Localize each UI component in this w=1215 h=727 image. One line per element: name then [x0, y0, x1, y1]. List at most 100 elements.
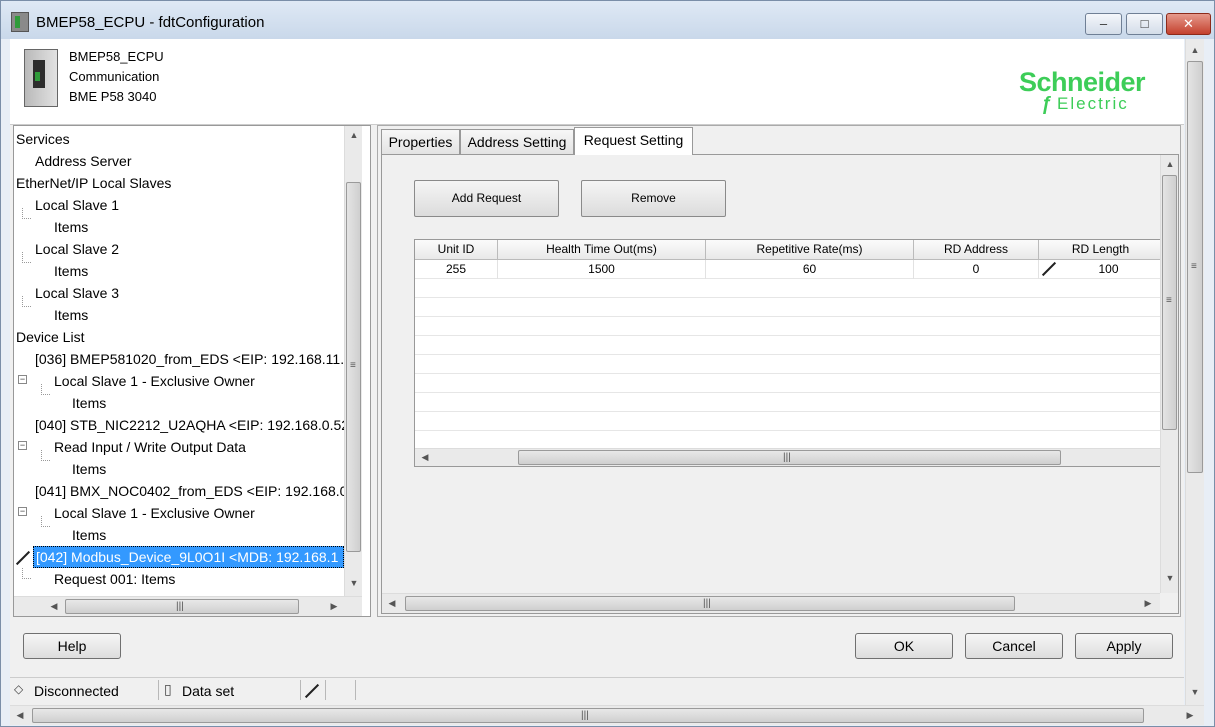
tree-item-local-slave-2[interactable]: Local Slave 2 — [35, 238, 119, 260]
scroll-left-icon[interactable]: ◀ — [384, 598, 400, 609]
apply-button[interactable]: Apply — [1075, 633, 1173, 659]
tree-item-eip-local-slaves[interactable]: EtherNet/IP Local Slaves — [16, 172, 171, 194]
grip-icon: ≡ — [350, 360, 356, 371]
close-button[interactable]: ✕ — [1166, 13, 1211, 35]
dialog-client: BMEP58_ECPU Communication BME P58 3040 S… — [10, 39, 1184, 706]
tree-item-local-slave-exclusive[interactable]: Local Slave 1 - Exclusive Owner — [54, 502, 255, 524]
tree-item-device-036[interactable]: [036] BMEP581020_from_EDS <EIP: 192.168.… — [35, 348, 344, 370]
logo-sub: Electric — [1057, 94, 1129, 113]
column-header[interactable]: Repetitive Rate(ms) — [706, 240, 914, 260]
tree-item-device-041[interactable]: [041] BMX_NOC0402_from_EDS <EIP: 192.168… — [35, 480, 347, 502]
cell-health-timeout[interactable]: 1500 — [498, 260, 706, 279]
tree-item-local-slave-3[interactable]: Local Slave 3 — [35, 282, 119, 304]
ok-button[interactable]: OK — [855, 633, 953, 659]
scroll-down-icon[interactable]: ▼ — [1162, 573, 1178, 583]
device-header: BMEP58_ECPU Communication BME P58 3040 S… — [10, 39, 1184, 125]
tree-item-items[interactable]: Items — [54, 304, 88, 326]
help-button[interactable]: Help — [23, 633, 121, 659]
tree-vertical-scrollbar[interactable]: ▲ ≡ ▼ — [344, 126, 362, 596]
scroll-thumb[interactable]: ≡ — [1187, 61, 1203, 473]
device-category: Communication — [69, 69, 160, 84]
tree-item-items[interactable]: Items — [72, 458, 106, 480]
scroll-down-icon[interactable]: ▼ — [346, 578, 362, 588]
table-row — [415, 393, 1161, 412]
scroll-thumb[interactable]: ≡ — [1162, 175, 1177, 430]
content-vertical-scrollbar[interactable]: ▲ ≡ ▼ — [1160, 155, 1178, 593]
scroll-up-icon[interactable]: ▲ — [346, 130, 362, 140]
tree-horizontal-scrollbar[interactable]: ◀ ||| ▶ — [14, 596, 362, 616]
tab-request-setting[interactable]: Request Setting — [574, 127, 693, 155]
scroll-up-icon[interactable]: ▲ — [1187, 45, 1203, 55]
tree-item-items[interactable]: Items — [72, 524, 106, 546]
scroll-thumb[interactable]: ||| — [65, 599, 299, 614]
scroll-up-icon[interactable]: ▲ — [1162, 159, 1178, 169]
table-row — [415, 355, 1161, 374]
connection-status: Disconnected — [34, 683, 119, 699]
tree-item-services[interactable]: Services — [16, 128, 70, 150]
scroll-down-icon[interactable]: ▼ — [1187, 687, 1203, 697]
scroll-right-icon[interactable]: ▶ — [1182, 710, 1198, 721]
column-header[interactable]: RD Length — [1039, 240, 1161, 260]
scroll-thumb[interactable]: ||| — [405, 596, 1015, 611]
tree-item-local-slave-exclusive[interactable]: Local Slave 1 - Exclusive Owner — [54, 370, 255, 392]
device-tree[interactable]: Services Address Server EtherNet/IP Loca… — [13, 125, 371, 617]
cell-repetitive-rate[interactable]: 60 — [706, 260, 914, 279]
request-grid[interactable]: Unit ID Health Time Out(ms) Repetitive R… — [414, 239, 1162, 467]
scroll-left-icon[interactable]: ◀ — [12, 710, 28, 721]
scroll-left-icon[interactable]: ◀ — [417, 452, 433, 463]
scroll-right-icon[interactable]: ▶ — [326, 601, 342, 612]
column-header[interactable]: Unit ID — [415, 240, 498, 260]
cancel-button[interactable]: Cancel — [965, 633, 1063, 659]
tree-item-device-040[interactable]: [040] STB_NIC2212_U2AQHA <EIP: 192.168.0… — [35, 414, 349, 436]
tree-item-device-042[interactable]: [042] Modbus_Device_9L0O1I <MDB: 192.168… — [33, 546, 344, 568]
tree-item-items[interactable]: Items — [54, 216, 88, 238]
collapse-icon[interactable]: − — [18, 375, 27, 384]
cell-rd-address[interactable]: 0 — [914, 260, 1039, 279]
grip-icon: ||| — [703, 598, 711, 609]
table-row[interactable]: 255 1500 60 0 100 — [415, 260, 1161, 279]
dataset-status: Data set — [182, 683, 235, 699]
scroll-thumb[interactable]: ||| — [518, 450, 1061, 465]
remove-button[interactable]: Remove — [581, 180, 726, 217]
grip-icon: ≡ — [1191, 261, 1197, 272]
scroll-thumb[interactable]: ≡ — [346, 182, 361, 552]
collapse-icon[interactable]: − — [18, 441, 27, 450]
scroll-right-icon[interactable]: ▶ — [1140, 598, 1156, 609]
add-request-button[interactable]: Add Request — [414, 180, 559, 217]
grid-horizontal-scrollbar[interactable]: ◀ ||| — [415, 448, 1161, 466]
tree-connector — [41, 516, 50, 527]
tab-properties[interactable]: Properties — [381, 129, 460, 154]
tree-item-local-slave-1[interactable]: Local Slave 1 — [35, 194, 119, 216]
cell-rd-length[interactable]: 100 — [1039, 260, 1161, 279]
table-row — [415, 336, 1161, 355]
scroll-thumb[interactable]: ||| — [32, 708, 1144, 723]
device-name: BMEP58_ECPU — [69, 49, 164, 64]
status-divider — [355, 680, 356, 700]
collapse-icon[interactable]: − — [18, 507, 27, 516]
table-row — [415, 298, 1161, 317]
tree-connector — [22, 252, 31, 263]
maximize-button[interactable]: □ — [1126, 13, 1163, 35]
window-horizontal-scrollbar[interactable]: ◀ ||| ▶ — [10, 705, 1204, 725]
column-header[interactable]: Health Time Out(ms) — [498, 240, 706, 260]
content-horizontal-scrollbar[interactable]: ◀ ||| ▶ — [382, 593, 1160, 613]
tree-item-request-001[interactable]: Request 001: Items — [54, 568, 175, 590]
schneider-logo: Schneider ƒ Electric — [1019, 67, 1179, 117]
status-divider — [325, 680, 326, 700]
tree-item-address-server[interactable]: Address Server — [35, 150, 131, 172]
tab-address-setting[interactable]: Address Setting — [460, 129, 574, 154]
grip-icon: ≡ — [1166, 295, 1172, 306]
table-row — [415, 374, 1161, 393]
device-model: BME P58 3040 — [69, 89, 157, 104]
tree-item-items[interactable]: Items — [54, 260, 88, 282]
app-icon — [11, 12, 29, 32]
status-divider — [158, 680, 159, 700]
tree-item-items[interactable]: Items — [72, 392, 106, 414]
tree-item-device-list[interactable]: Device List — [16, 326, 84, 348]
tree-item-read-write-data[interactable]: Read Input / Write Output Data — [54, 436, 246, 458]
cell-unit-id[interactable]: 255 — [415, 260, 498, 279]
window-vertical-scrollbar[interactable]: ▲ ≡ ▼ — [1185, 39, 1204, 706]
column-header[interactable]: RD Address — [914, 240, 1039, 260]
scroll-left-icon[interactable]: ◀ — [46, 601, 62, 612]
minimize-button[interactable]: – — [1085, 13, 1122, 35]
